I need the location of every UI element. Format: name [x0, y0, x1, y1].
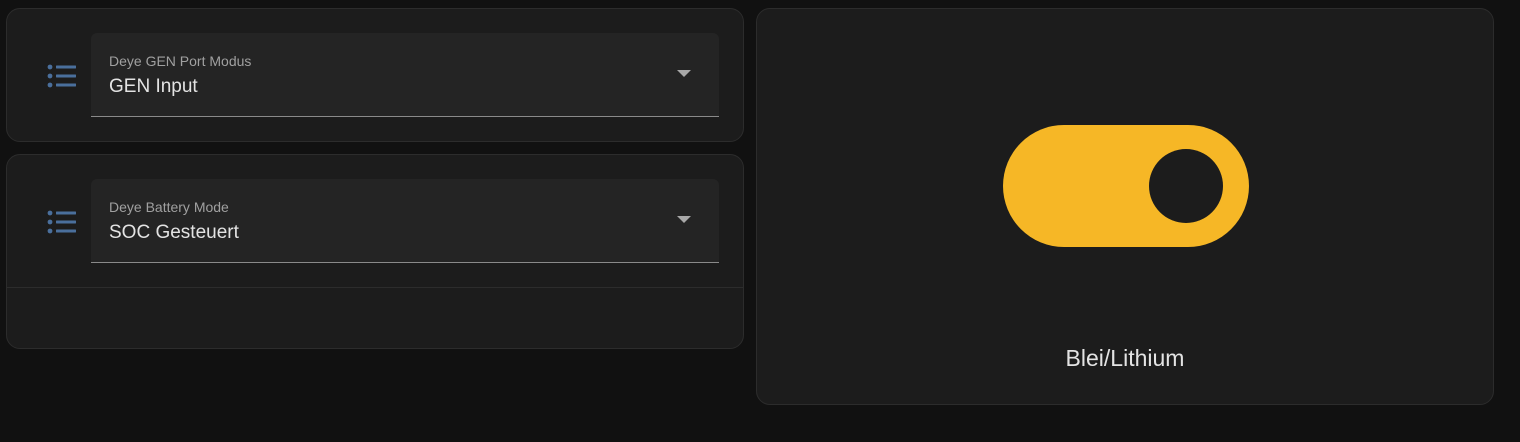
- battery-mode-card: Deye Battery Mode SOC Gesteuert: [6, 154, 744, 349]
- gen-port-card: Deye GEN Port Modus GEN Input: [6, 8, 744, 142]
- toggle-switch[interactable]: [1003, 125, 1249, 247]
- blei-lithium-toggle-card[interactable]: Blei/Lithium: [756, 8, 1494, 405]
- format-list-bulleted-icon: [47, 210, 76, 234]
- format-list-bulleted-icon: [47, 64, 76, 88]
- battery-mode-value: SOC Gesteuert: [109, 222, 239, 243]
- gen-port-mode-value: GEN Input: [109, 76, 198, 97]
- battery-mode-select[interactable]: Deye Battery Mode SOC Gesteuert: [91, 179, 719, 263]
- toggle-name: Blei/Lithium: [1065, 345, 1185, 371]
- dropdown-arrow-icon[interactable]: [677, 216, 691, 223]
- gen-port-mode-label: Deye GEN Port Modus: [109, 53, 252, 69]
- card-divider: [7, 287, 743, 288]
- toggle-knob: [1149, 149, 1223, 223]
- gen-port-mode-select[interactable]: Deye GEN Port Modus GEN Input: [91, 33, 719, 117]
- battery-mode-label: Deye Battery Mode: [109, 199, 229, 215]
- dropdown-arrow-icon[interactable]: [677, 70, 691, 77]
